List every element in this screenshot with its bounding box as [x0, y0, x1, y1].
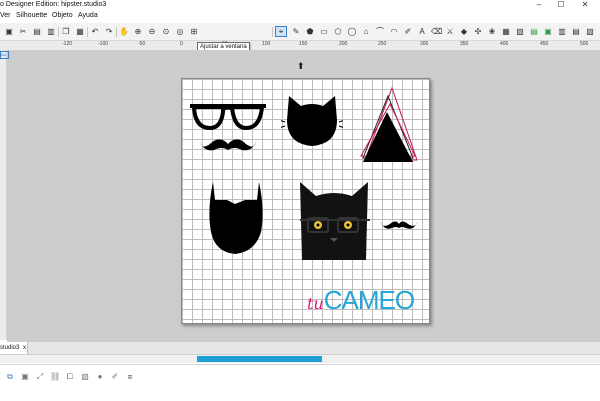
toolbar-separator — [272, 27, 273, 37]
store-icon[interactable]: ▤ — [528, 26, 540, 37]
maximize-button[interactable]: ☐ — [552, 0, 570, 10]
zoom-area-icon[interactable]: ⊙ — [160, 26, 172, 37]
minimize-button[interactable]: – — [530, 0, 548, 10]
glasses-mustache-art[interactable] — [188, 98, 268, 153]
cut-settings-icon[interactable]: ▤ — [570, 26, 582, 37]
offset-icon[interactable]: ⧈ — [125, 372, 135, 382]
menu-bar: Ver Silhouette Objeto Ayuda — [0, 11, 600, 22]
rectangle-tool-icon[interactable]: ▭ — [318, 26, 330, 37]
arc-tool-icon[interactable]: ◠ — [388, 26, 400, 37]
fill-color-icon[interactable]: ◆ — [458, 26, 470, 37]
send-to-top-arrow-icon[interactable]: ⬆ — [297, 61, 305, 72]
ellipse-tool-icon[interactable]: ◯ — [346, 26, 358, 37]
zoom-select-icon[interactable]: ◎ — [174, 26, 186, 37]
text-tool-icon[interactable]: A — [416, 26, 428, 37]
line-color-icon[interactable]: ✣ — [472, 26, 484, 37]
flip-icon[interactable]: ▧ — [80, 372, 90, 382]
bottom-toolbar: ⧉ ▣ ⤢ ⛓ ⧠ ▧ ● ✐ ⧈ — [0, 364, 600, 401]
redo-icon[interactable]: ↷ — [103, 26, 115, 37]
menu-silhouette[interactable]: Silhouette — [16, 12, 47, 19]
polyline-tool-icon[interactable]: ⌂ — [360, 26, 372, 37]
close-tab-icon[interactable]: x — [23, 345, 26, 351]
beard-art[interactable] — [207, 180, 265, 256]
toolbar-separator — [87, 27, 88, 37]
zoom-in-icon[interactable]: ⊕ — [132, 26, 144, 37]
knife-icon[interactable]: ⚔ — [444, 26, 456, 37]
duplicate-icon[interactable]: ⧠ — [65, 372, 75, 382]
zoom-out-icon[interactable]: ⊖ — [146, 26, 158, 37]
release-compound-icon[interactable]: ⛓ — [50, 372, 60, 382]
shape-tool-icon[interactable]: ⬠ — [332, 26, 344, 37]
paste-icon[interactable]: ▦ — [74, 26, 86, 37]
library-icon[interactable]: ▣ — [542, 26, 554, 37]
copy-icon[interactable]: ❐ — [60, 26, 72, 37]
layered-triangles-art[interactable] — [357, 86, 419, 166]
group-icon[interactable]: ⧉ — [5, 372, 15, 382]
ruler-label: 500 — [580, 41, 589, 47]
align-icon[interactable]: ● — [95, 372, 105, 382]
cat-head-art[interactable] — [281, 92, 343, 150]
send-to-device-icon[interactable]: ▧ — [584, 26, 596, 37]
ruler-label: 100 — [262, 41, 271, 47]
polygon-tool-icon[interactable]: ⬟ — [304, 26, 316, 37]
ruler-corner-label: Ao — [0, 51, 9, 59]
menu-ayuda[interactable]: Ayuda — [78, 12, 98, 19]
compound-path-icon[interactable]: ⤢ — [35, 372, 45, 382]
transform-icon[interactable]: ▧ — [514, 26, 526, 37]
ruler-label: -50 — [138, 41, 146, 47]
weld-icon[interactable]: ✐ — [110, 372, 120, 382]
ungroup-icon[interactable]: ▣ — [20, 372, 30, 382]
small-mustache-art[interactable] — [378, 215, 420, 231]
pan-hand-icon[interactable]: ✋ — [118, 26, 130, 37]
scrollbar-thumb[interactable] — [197, 356, 322, 362]
ruler-label: 400 — [500, 41, 509, 47]
logo-tu: tu — [307, 294, 324, 313]
ruler-label: 350 — [460, 41, 469, 47]
toolbar-separator — [58, 27, 59, 37]
menu-objeto[interactable]: Objeto — [52, 12, 73, 19]
save-icon[interactable]: ▣ — [3, 26, 15, 37]
close-button[interactable]: ✕ — [576, 0, 594, 10]
freehand-tool-icon[interactable]: ✐ — [402, 26, 414, 37]
ruler-label: 200 — [339, 41, 348, 47]
menu-ver[interactable]: Ver — [0, 12, 11, 19]
document-tabs: studio3 x — [0, 342, 600, 355]
ruler-label: 250 — [378, 41, 387, 47]
toolbar: ▣ ✂ ▤ ▥ ❐ ▦ ↶ ↷ ✋ ⊕ ⊖ ⊙ ◎ ⊞ ⌖ ✎ ⬟ ▭ ⬠ ◯ … — [0, 23, 600, 41]
ruler-label: -100 — [98, 41, 109, 47]
cat-photo-art[interactable] — [298, 180, 370, 260]
select-pointer-icon[interactable]: ⌖ — [275, 26, 287, 37]
page-setup-icon[interactable]: ▥ — [556, 26, 568, 37]
cut-icon[interactable]: ✂ — [17, 26, 29, 37]
vertical-ruler — [0, 50, 7, 340]
line-style-icon[interactable]: ❀ — [486, 26, 498, 37]
document-tab[interactable]: studio3 x — [0, 342, 28, 354]
window-title: o Designer Edition: hipster.studio3 — [0, 1, 107, 8]
replicate-icon[interactable]: ▦ — [500, 26, 512, 37]
ruler-label: -120 — [62, 41, 73, 47]
toolbar-separator — [116, 27, 117, 37]
undo-icon[interactable]: ↶ — [89, 26, 101, 37]
edit-points-icon[interactable]: ✎ — [290, 26, 302, 37]
send-icon[interactable]: ▤ — [31, 26, 43, 37]
tucameo-logo: tuCAMEO — [307, 285, 415, 316]
ruler-label: 0 — [180, 41, 183, 47]
ruler-label: 150 — [299, 41, 308, 47]
document-tab-label: studio3 — [0, 345, 20, 351]
curve-tool-icon[interactable]: ⌒ — [374, 26, 386, 37]
print-icon[interactable]: ▥ — [45, 26, 57, 37]
fit-page-icon[interactable]: ⊞ — [188, 26, 200, 37]
eraser-icon[interactable]: ⌫ — [430, 26, 442, 37]
title-bar: o Designer Edition: hipster.studio3 – ☐ … — [0, 0, 600, 10]
ruler-label: 450 — [540, 41, 549, 47]
ruler-label: 300 — [420, 41, 429, 47]
logo-cameo: CAMEO — [323, 285, 415, 315]
horizontal-scrollbar[interactable] — [0, 355, 600, 363]
